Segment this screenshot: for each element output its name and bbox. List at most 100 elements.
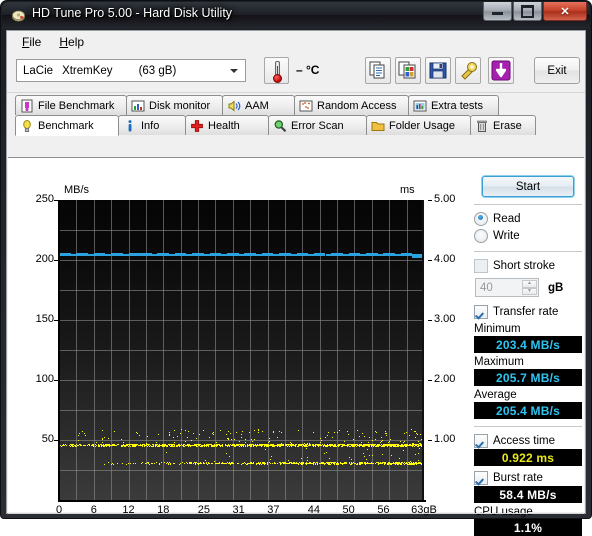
access-time-point bbox=[133, 445, 134, 446]
access-time-point bbox=[273, 432, 274, 433]
access-time-point bbox=[377, 446, 378, 447]
access-time-point bbox=[166, 463, 167, 464]
magnifier-icon bbox=[273, 119, 287, 133]
access-time-point bbox=[208, 445, 209, 446]
tab-benchmark[interactable]: Benchmark bbox=[15, 115, 119, 136]
access-time-point bbox=[139, 445, 140, 446]
access-time-point bbox=[219, 462, 220, 463]
tab-info[interactable]: Info bbox=[118, 115, 186, 135]
access-time-point bbox=[323, 446, 324, 447]
access-time-point bbox=[225, 463, 226, 464]
short-stroke-input[interactable]: 40 ▲ ▼ bbox=[475, 278, 539, 297]
checkbox-burst-rate[interactable]: Burst rate bbox=[474, 469, 582, 486]
access-time-point bbox=[340, 463, 341, 464]
download-button[interactable] bbox=[488, 57, 514, 84]
copy-text-button[interactable] bbox=[365, 57, 391, 84]
access-time-point bbox=[93, 444, 94, 445]
access-time-point bbox=[197, 446, 198, 447]
access-time-point bbox=[351, 445, 352, 446]
options-button[interactable] bbox=[455, 57, 481, 84]
access-time-point bbox=[198, 445, 199, 446]
access-time-point bbox=[357, 464, 358, 465]
y2-tick-mark bbox=[428, 320, 432, 321]
access-time-point bbox=[342, 446, 343, 447]
checkbox-short-stroke[interactable]: Short stroke bbox=[474, 257, 582, 274]
checkbox-access-time[interactable]: Access time bbox=[474, 432, 582, 449]
access-time-point bbox=[349, 457, 350, 458]
tab-file-benchmark[interactable]: File Benchmark bbox=[15, 95, 127, 115]
access-time-point bbox=[266, 446, 267, 447]
access-time-point bbox=[227, 446, 228, 447]
transfer-rate-label: Transfer rate bbox=[493, 305, 559, 318]
access-time-point bbox=[136, 445, 137, 446]
tab-disk-monitor[interactable]: Disk monitor bbox=[126, 95, 223, 115]
start-button[interactable]: Start bbox=[482, 176, 574, 197]
access-time-point bbox=[417, 434, 418, 435]
spinner-buttons[interactable]: ▲ ▼ bbox=[522, 280, 537, 295]
access-time-point bbox=[388, 442, 389, 443]
tab-erase[interactable]: Erase bbox=[470, 115, 536, 135]
access-time-point bbox=[334, 446, 335, 447]
tab-random-access[interactable]: Random Access bbox=[294, 95, 409, 115]
access-time-point bbox=[256, 463, 257, 464]
access-time-point bbox=[380, 445, 381, 446]
access-time-point bbox=[85, 445, 86, 446]
access-time-point bbox=[337, 432, 338, 433]
tab-aam[interactable]: AAM bbox=[222, 95, 295, 115]
access-time-point bbox=[213, 434, 214, 435]
spinner-down-icon[interactable]: ▼ bbox=[522, 287, 537, 295]
tab-health[interactable]: Health bbox=[185, 115, 269, 135]
drive-select[interactable]: LaCie XtremKey (63 gB) bbox=[16, 59, 246, 82]
minimize-button[interactable] bbox=[483, 2, 512, 21]
access-time-point bbox=[147, 462, 148, 463]
save-button[interactable] bbox=[425, 57, 451, 84]
access-time-point bbox=[393, 446, 394, 447]
tab-folder-usage[interactable]: Folder Usage bbox=[366, 115, 471, 135]
access-time-point bbox=[385, 463, 386, 464]
access-time-point bbox=[378, 445, 379, 446]
temperature-button[interactable] bbox=[264, 57, 289, 84]
exit-button[interactable]: Exit bbox=[534, 57, 580, 84]
access-time-point bbox=[303, 463, 304, 464]
y2-tick-label: 5.00 bbox=[434, 193, 456, 205]
access-time-point bbox=[150, 445, 151, 446]
menu-item-file[interactable]: File bbox=[13, 33, 50, 51]
access-time-point bbox=[371, 463, 372, 464]
access-time-point bbox=[122, 463, 123, 464]
close-button[interactable]: ✕ bbox=[543, 2, 587, 21]
access-time-point bbox=[122, 446, 123, 447]
access-time-point bbox=[243, 445, 244, 446]
y-tick-mark bbox=[54, 380, 58, 381]
access-time-point bbox=[371, 445, 372, 446]
access-time-point bbox=[198, 464, 199, 465]
access-time-point bbox=[62, 445, 63, 446]
access-time-point bbox=[370, 463, 371, 464]
access-time-point bbox=[216, 445, 217, 446]
menu-item-help[interactable]: Help bbox=[50, 33, 93, 51]
checkbox-transfer-rate[interactable]: Transfer rate bbox=[474, 303, 582, 320]
radio-write[interactable]: Write bbox=[474, 227, 582, 244]
maximize-button[interactable] bbox=[513, 2, 542, 21]
divider bbox=[474, 426, 582, 427]
access-time-point bbox=[181, 444, 182, 445]
access-time-point bbox=[135, 444, 136, 445]
access-time-point bbox=[239, 446, 240, 447]
access-time-point bbox=[174, 463, 175, 464]
spinner-up-icon[interactable]: ▲ bbox=[522, 280, 537, 288]
access-time-point bbox=[328, 463, 329, 464]
access-time-point bbox=[330, 462, 331, 463]
access-time-point bbox=[342, 464, 343, 465]
tab-extra-tests[interactable]: Extra tests bbox=[408, 95, 499, 115]
chart-bottom-axis bbox=[58, 500, 426, 502]
radio-read[interactable]: Read bbox=[474, 210, 582, 227]
tab-error-scan[interactable]: Error Scan bbox=[268, 115, 367, 135]
access-time-point bbox=[118, 444, 119, 445]
access-time-point bbox=[257, 463, 258, 464]
access-time-point bbox=[291, 463, 292, 464]
access-time-point bbox=[184, 446, 185, 447]
access-time-point bbox=[322, 463, 323, 464]
copy-image-button[interactable] bbox=[395, 57, 421, 84]
floppy-disk-icon bbox=[429, 62, 447, 79]
access-time-point bbox=[367, 462, 368, 463]
access-time-point bbox=[106, 444, 107, 445]
